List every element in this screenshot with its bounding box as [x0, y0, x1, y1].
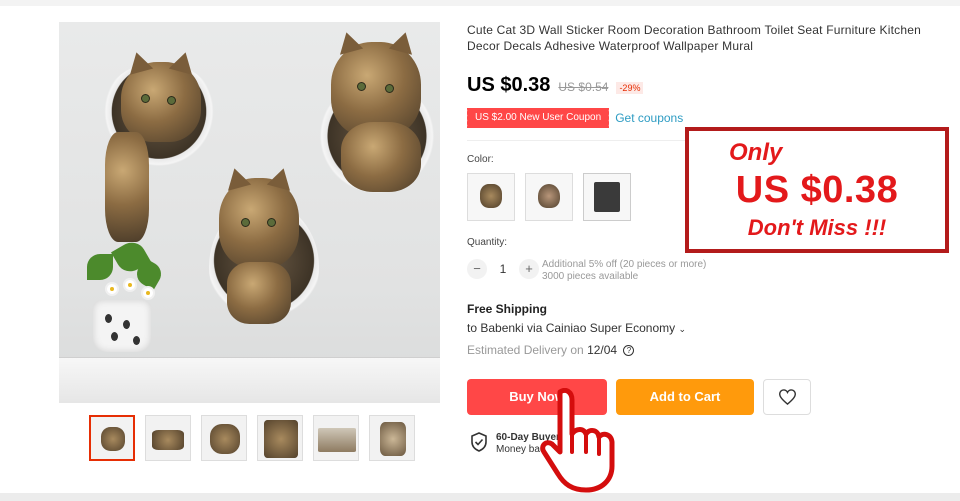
- thumbnail-6[interactable]: [369, 415, 415, 461]
- shelf: [59, 357, 440, 403]
- color-swatch-1[interactable]: [467, 173, 515, 221]
- thumbnail-5[interactable]: [313, 415, 359, 461]
- cat-thumbnail-image: [210, 424, 240, 454]
- promo-price: US $0.38: [735, 169, 899, 211]
- quantity-stepper: − 1 +: [467, 259, 539, 279]
- shipping-destination[interactable]: to Babenki via Cainiao Super Economy ⌄: [467, 321, 686, 335]
- cat-left: [121, 49, 201, 142]
- flower-pot: [93, 300, 151, 352]
- help-icon[interactable]: ?: [623, 345, 635, 357]
- cat-thumbnail-image: [264, 420, 298, 458]
- estimated-delivery: Estimated Delivery on 12/04 ?: [467, 343, 635, 357]
- plant-leaf: [87, 254, 113, 280]
- flower: [125, 280, 135, 290]
- thumbnail-1[interactable]: [89, 415, 135, 461]
- discount-badge: -29%: [616, 82, 644, 94]
- flower: [107, 284, 117, 294]
- current-price: US $0.38: [467, 74, 551, 96]
- quantity-value[interactable]: 1: [497, 262, 509, 276]
- cat-thumbnail-image: [101, 427, 125, 451]
- cat-swatch-image: [594, 182, 620, 212]
- estimated-delivery-date: 12/04: [587, 343, 618, 357]
- cat-right-body: [341, 122, 421, 192]
- heart-icon: [779, 389, 796, 405]
- new-user-coupon[interactable]: US $2.00 New User Coupon: [464, 108, 610, 128]
- promo-line-only: Only: [729, 139, 783, 166]
- thumbnail-3[interactable]: [201, 415, 247, 461]
- cat-thumbnail-image: [152, 430, 184, 450]
- top-strip: [0, 0, 960, 6]
- main-product-image[interactable]: [59, 22, 440, 403]
- original-price: US $0.54: [558, 80, 609, 94]
- stock-available-note: 3000 pieces available: [542, 271, 639, 282]
- coupon-row: US $2.00 New User Coupon Get coupons: [464, 108, 683, 128]
- bottom-strip: [0, 493, 960, 501]
- cat-left-paw: [105, 132, 149, 242]
- chevron-down-icon: ⌄: [678, 324, 687, 334]
- quantity-plus-button[interactable]: +: [519, 259, 539, 279]
- promo-banner: Only US $0.38 Don't Miss !!!: [685, 127, 949, 253]
- thumbnail-2[interactable]: [145, 415, 191, 461]
- cat-swatch-image: [538, 184, 560, 208]
- cat-center: [219, 165, 299, 268]
- cat-thumbnail-image: [318, 428, 356, 452]
- estimated-delivery-label: Estimated Delivery on: [467, 343, 584, 357]
- thumbnail-4[interactable]: [257, 415, 303, 461]
- quantity-minus-button[interactable]: −: [467, 259, 487, 279]
- promo-dont-miss: Don't Miss !!!: [747, 215, 887, 240]
- pointing-hand-icon: [540, 388, 615, 493]
- thumbnail-strip: [89, 415, 415, 461]
- shield-check-icon: [471, 432, 487, 452]
- get-coupons-link[interactable]: Get coupons: [615, 111, 683, 125]
- cat-swatch-image: [480, 184, 502, 208]
- wishlist-button[interactable]: [763, 379, 811, 415]
- shipping-destination-text: to Babenki via Cainiao Super Economy: [467, 321, 676, 335]
- color-swatches: [467, 173, 631, 221]
- quantity-label: Quantity:: [467, 237, 508, 248]
- color-label: Color:: [467, 154, 494, 165]
- bulk-discount-note: Additional 5% off (20 pieces or more): [542, 259, 707, 270]
- flower: [143, 288, 153, 298]
- cat-thumbnail-image: [380, 422, 406, 456]
- color-swatch-3[interactable]: [583, 173, 631, 221]
- color-swatch-2[interactable]: [525, 173, 573, 221]
- product-title: Cute Cat 3D Wall Sticker Room Decoration…: [467, 23, 921, 53]
- add-to-cart-button[interactable]: Add to Cart: [616, 379, 754, 415]
- price-row: US $0.38 US $0.54 -29%: [467, 74, 644, 97]
- cat-center-body: [227, 262, 291, 324]
- quantity-note: Additional 5% off (20 pieces or more) 30…: [542, 259, 706, 283]
- free-shipping-title: Free Shipping: [467, 302, 548, 316]
